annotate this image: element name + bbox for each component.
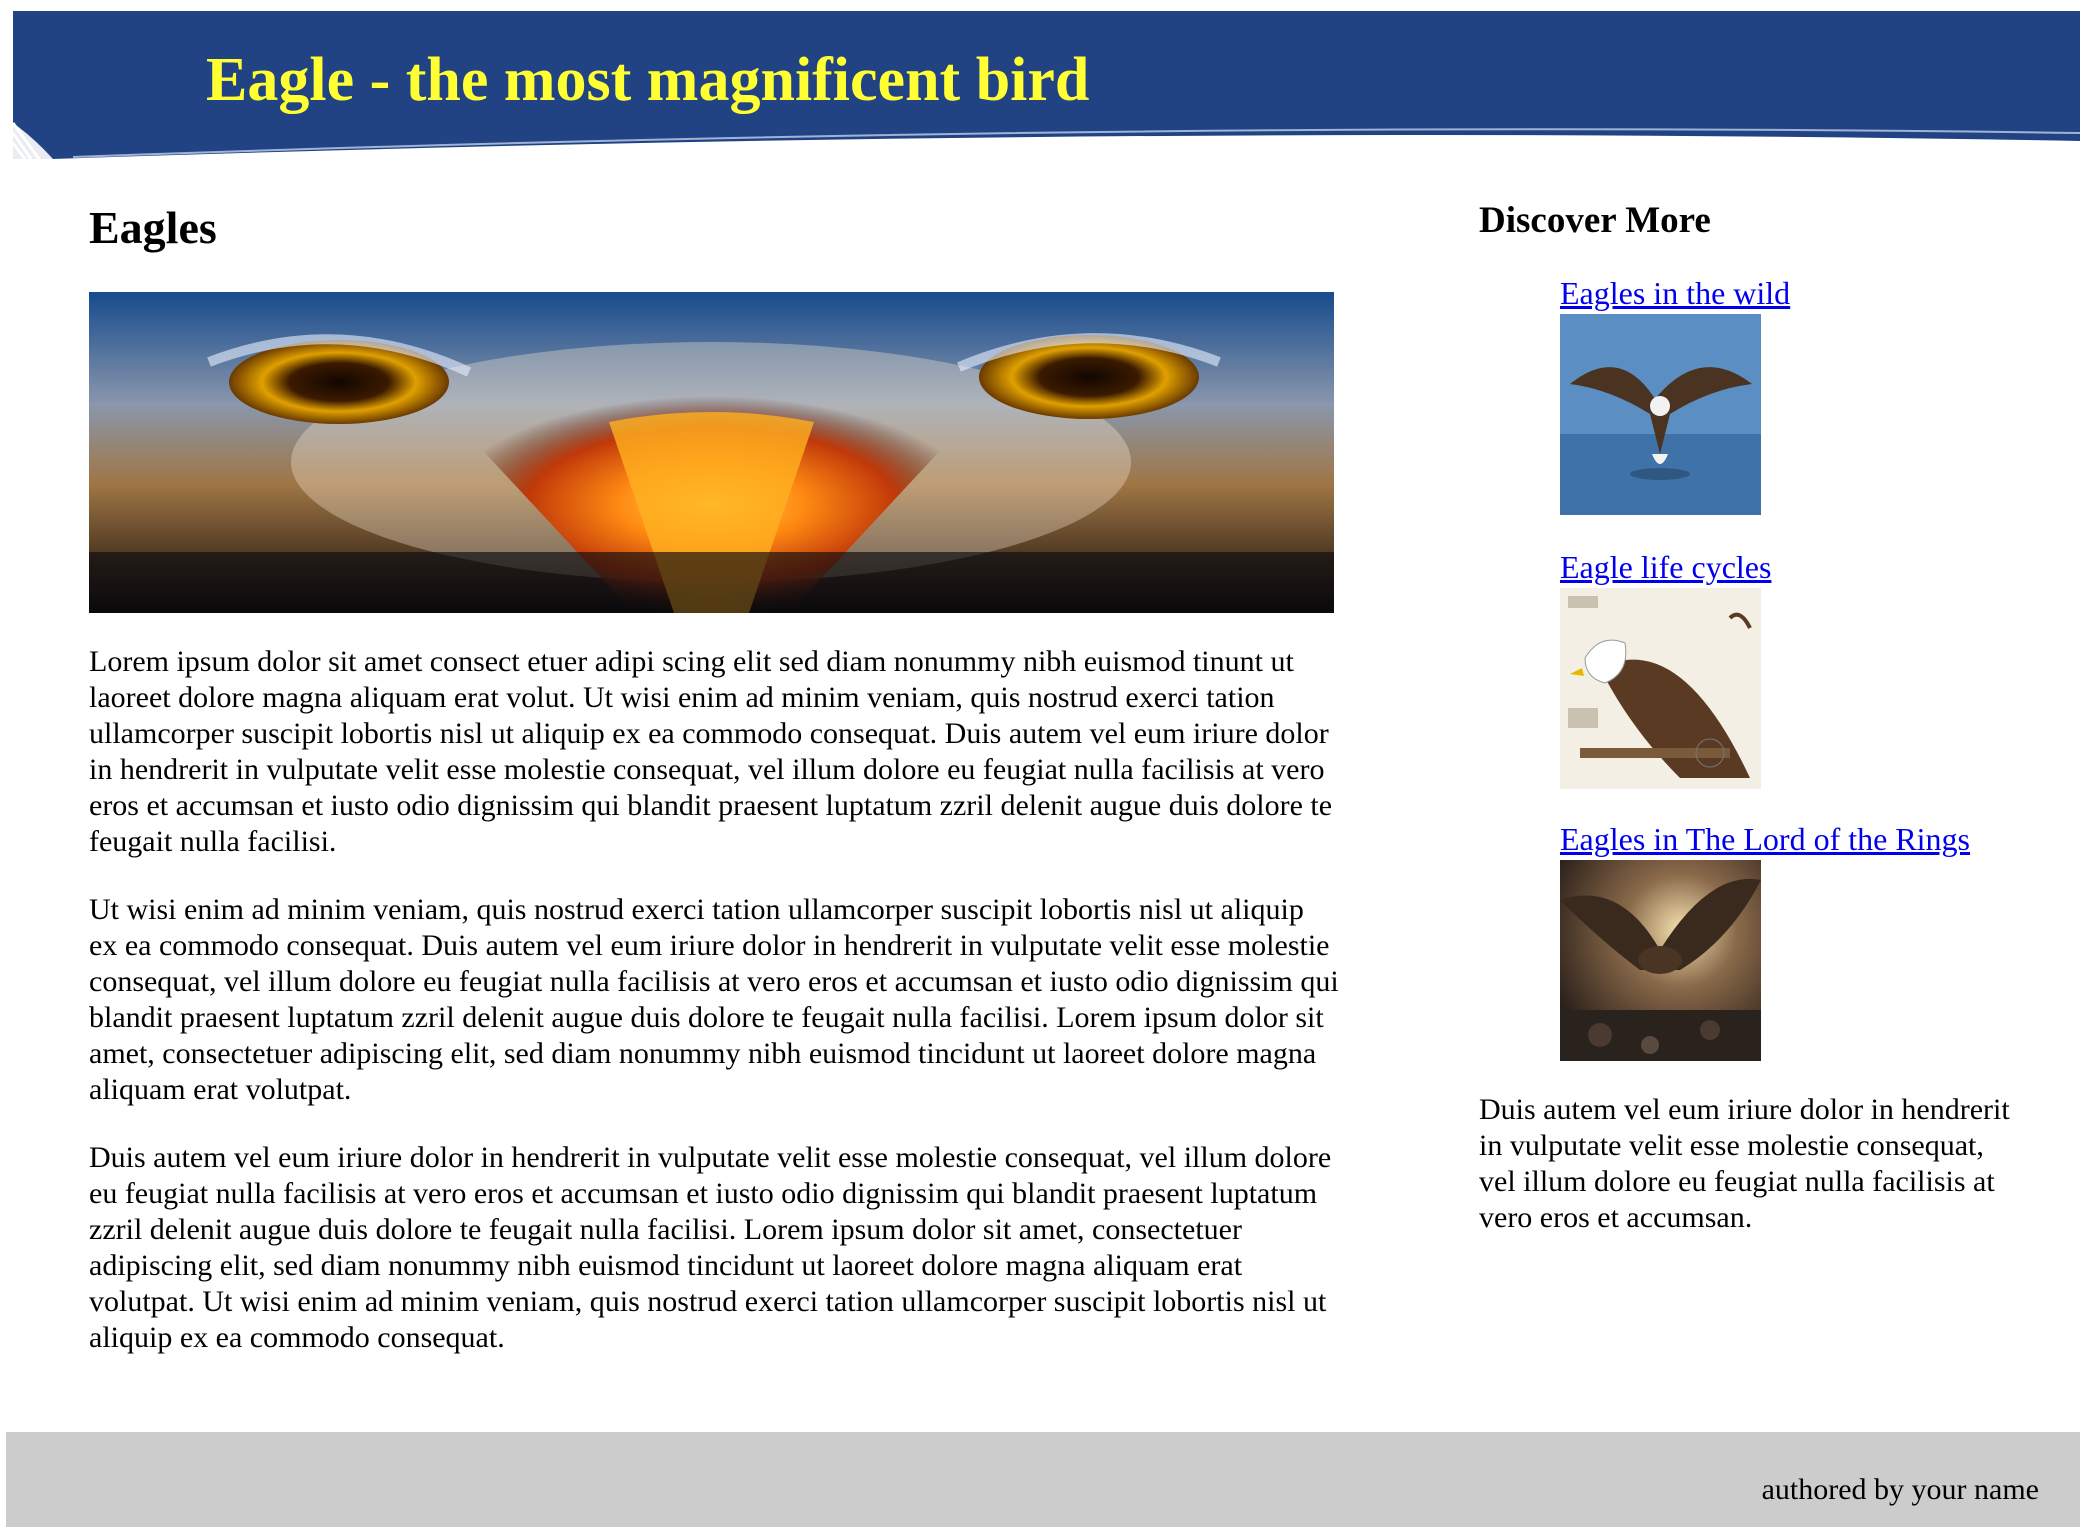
header-banner: Eagle - the most magnificent bird (13, 11, 2080, 159)
eagles-in-the-wild-link[interactable]: Eagles in the wild (1560, 276, 1790, 310)
page-heading: Eagles (89, 202, 217, 253)
sidebar-item-eagles-in-lotr: Eagles in The Lord of the Rings (1560, 822, 1970, 1061)
eagle-anatomy-thumbnail[interactable] (1560, 588, 1761, 789)
sidebar-item-eagles-in-the-wild: Eagles in the wild (1560, 276, 1790, 515)
article-paragraph: Ut wisi enim ad minim veniam, quis nostr… (89, 893, 1339, 1106)
site-title: Eagle - the most magnificent bird (206, 46, 1090, 114)
eagle-over-water-thumbnail[interactable] (1560, 314, 1761, 515)
page: Eagle - the most magnificent bird Eagles (0, 0, 2086, 1532)
article-paragraph: Lorem ipsum dolor sit amet consect etuer… (89, 645, 1333, 858)
article-paragraph: Duis autem vel eum iriure dolor in hendr… (89, 1141, 1332, 1354)
sidebar-item-eagle-life-cycles: Eagle life cycles (1560, 550, 1771, 789)
footer: authored by your name (6, 1432, 2080, 1527)
eagle-battle-thumbnail[interactable] (1560, 860, 1761, 1061)
sidebar-text: Duis autem vel eum iriure dolor in hendr… (1479, 1093, 2010, 1234)
eagle-life-cycles-link[interactable]: Eagle life cycles (1560, 550, 1771, 584)
sidebar-heading: Discover More (1479, 200, 1711, 241)
eagles-in-lotr-link[interactable]: Eagles in The Lord of the Rings (1560, 822, 1970, 856)
eagle-eyes-hero-image (89, 292, 1334, 613)
footer-credit: authored by your name (1761, 1473, 2039, 1506)
article-body: Lorem ipsum dolor sit amet consect etuer… (89, 644, 1339, 1388)
